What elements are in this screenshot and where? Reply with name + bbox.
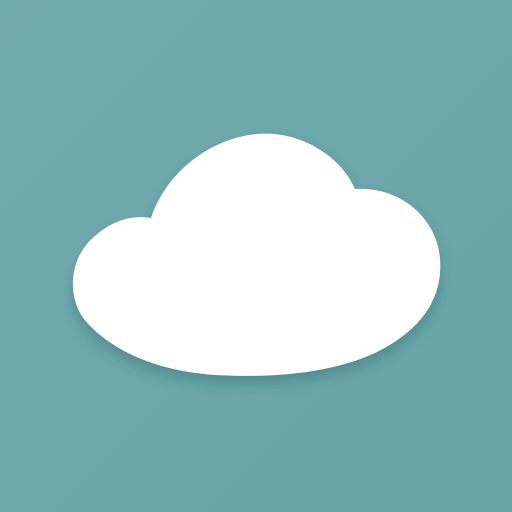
cloud-icon-svg — [0, 0, 512, 512]
app-icon-tile — [0, 0, 512, 512]
